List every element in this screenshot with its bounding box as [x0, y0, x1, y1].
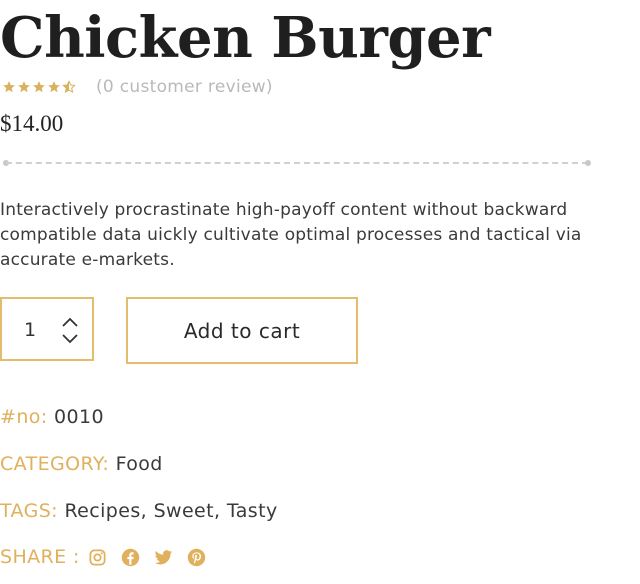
share-label: SHARE :	[0, 546, 80, 568]
half-star-icon	[62, 80, 76, 93]
tag-link[interactable]: Recipes	[64, 500, 140, 522]
product-price: $14.00	[0, 111, 64, 136]
star-icon	[18, 81, 30, 93]
tag-link[interactable]: Tasty	[227, 500, 278, 522]
twitter-icon[interactable]	[154, 548, 173, 567]
star-icon	[3, 81, 15, 93]
pinterest-icon[interactable]	[187, 548, 206, 567]
star-rating	[2, 80, 76, 94]
product-description: Interactively procrastinate high-payoff …	[0, 200, 582, 270]
quantity-stepper	[0, 297, 94, 361]
star-icon	[33, 81, 45, 93]
category-label: CATEGORY:	[0, 453, 110, 475]
category-link[interactable]: Food	[116, 453, 163, 475]
product-title: Chicken Burger	[0, 5, 491, 71]
star-icon	[48, 81, 60, 93]
dashed-divider	[3, 160, 591, 166]
tags-row: TAGS: Recipes, Sweet, Tasty	[0, 500, 278, 522]
review-count-link[interactable]: (0 customer review)	[96, 77, 273, 97]
rating-row: (0 customer review)	[2, 76, 273, 98]
add-to-cart-button[interactable]: Add to cart	[126, 297, 358, 364]
facebook-icon[interactable]	[121, 548, 140, 567]
quantity-input[interactable]	[24, 319, 44, 341]
chevron-up-icon[interactable]	[61, 315, 79, 329]
instagram-icon[interactable]	[88, 548, 107, 567]
tags-label: TAGS:	[0, 500, 58, 522]
category-row: CATEGORY: Food	[0, 453, 163, 475]
tag-link[interactable]: Sweet	[154, 500, 214, 522]
sku-label: #no:	[0, 406, 48, 428]
sku-row: #no: 0010	[0, 406, 104, 428]
chevron-down-icon[interactable]	[61, 332, 79, 346]
share-row: SHARE :	[0, 546, 206, 568]
sku-value: 0010	[54, 406, 105, 428]
